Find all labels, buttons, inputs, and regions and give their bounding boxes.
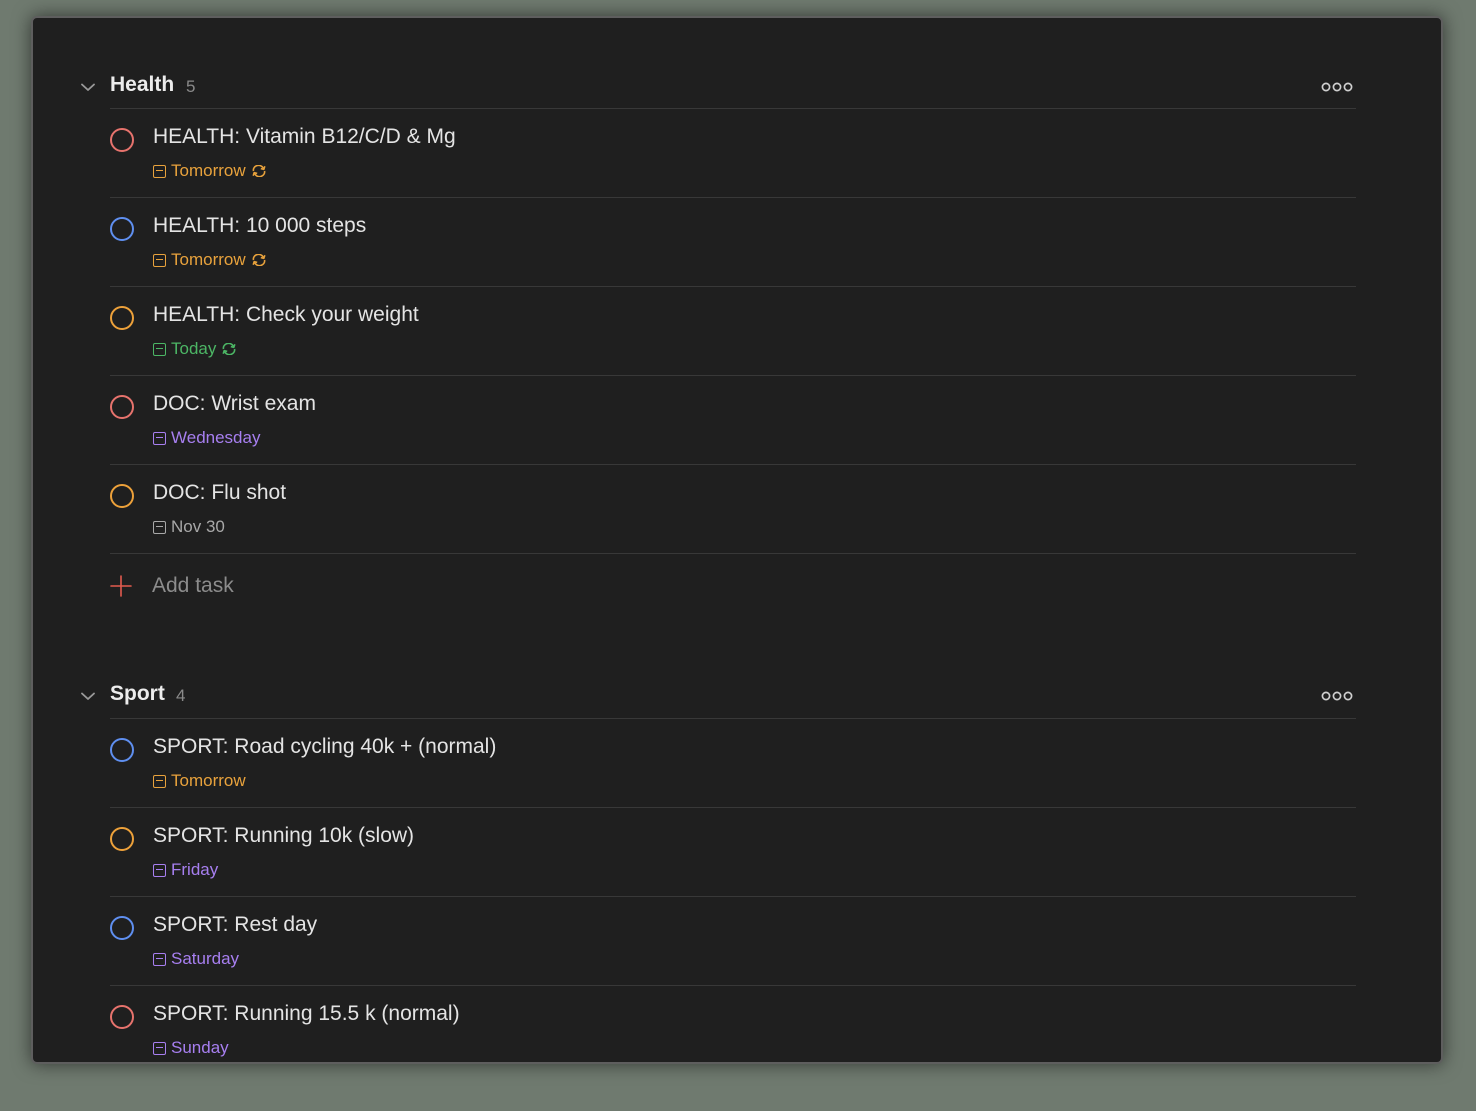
due-date-label: Wednesday [171,428,261,447]
task-checkbox[interactable] [110,484,134,508]
more-horizontal-icon[interactable] [1319,76,1355,98]
task-due-date[interactable]: Sunday [153,1038,229,1058]
due-date-label: Friday [171,860,219,879]
task-item[interactable]: SPORT: Rest day Saturday [110,897,1356,986]
task-title: HEALTH: 10 000 steps [153,214,367,237]
task-checkbox[interactable] [110,916,134,940]
more-horizontal-icon[interactable] [1319,685,1355,707]
recurring-icon [251,165,267,177]
chevron-down-icon[interactable] [77,76,99,98]
plus-icon [110,575,132,597]
task-due-date[interactable]: Wednesday [153,428,260,448]
task-due-date[interactable]: Tomorrow [153,771,246,791]
section-header: Sport 4 [33,677,1441,717]
due-date-label: Saturday [171,949,240,968]
task-due-date[interactable]: Today [153,339,237,359]
chevron-down-icon[interactable] [77,685,99,707]
task-title: SPORT: Road cycling 40k + (normal) [153,735,497,758]
task-checkbox[interactable] [110,306,134,330]
task-title: SPORT: Rest day [153,913,318,936]
task-item[interactable]: SPORT: Road cycling 40k + (normal) Tomor… [110,719,1356,808]
task-divider [110,553,1356,554]
calendar-icon [153,164,166,178]
task-checkbox[interactable] [110,738,134,762]
due-date-label: Tomorrow [171,161,246,180]
task-item[interactable]: DOC: Flu shot Nov 30 [110,465,1356,554]
calendar-icon [153,952,166,966]
due-date-label: Today [171,339,217,358]
task-checkbox[interactable] [110,1005,134,1029]
task-due-date[interactable]: Saturday [153,949,239,969]
due-date-label: Tomorrow [171,250,246,269]
calendar-icon [153,863,166,877]
task-checkbox[interactable] [110,395,134,419]
task-item[interactable]: SPORT: Running 15.5 k (normal) Sunday [110,986,1356,1062]
due-date-label: Tomorrow [171,771,246,790]
task-title: SPORT: Running 15.5 k (normal) [153,1002,460,1025]
task-item[interactable]: DOC: Wrist exam Wednesday [110,376,1356,465]
task-due-date[interactable]: Tomorrow [153,161,267,181]
section-count: 5 [186,77,196,96]
calendar-icon [153,774,166,788]
calendar-icon [153,342,166,356]
section-header: Health 5 [33,68,1441,108]
task-due-date[interactable]: Tomorrow [153,250,267,270]
task-title: HEALTH: Vitamin B12/C/D & Mg [153,125,456,148]
task-item[interactable]: HEALTH: Vitamin B12/C/D & Mg Tomorrow [110,109,1356,198]
task-checkbox[interactable] [110,128,134,152]
task-title: DOC: Flu shot [153,481,287,504]
due-date-label: Sunday [171,1038,229,1057]
calendar-icon [153,1041,166,1055]
task-list-window: Health 5 HEALTH: Vitamin B12/C/D & Mg To… [31,16,1443,1064]
task-title: SPORT: Running 10k (slow) [153,824,415,847]
section-title: Health [110,73,175,96]
task-checkbox[interactable] [110,827,134,851]
calendar-icon [153,520,166,534]
add-task-button[interactable]: Add task [110,566,410,606]
task-item[interactable]: SPORT: Running 10k (slow) Friday [110,808,1356,897]
task-item[interactable]: HEALTH: Check your weight Today [110,287,1356,376]
calendar-icon [153,253,166,267]
task-title: DOC: Wrist exam [153,392,316,415]
task-item[interactable]: HEALTH: 10 000 steps Tomorrow [110,198,1356,287]
due-date-label: Nov 30 [171,517,225,536]
add-task-label: Add task [152,574,234,597]
recurring-icon [221,343,237,355]
task-title: HEALTH: Check your weight [153,303,419,326]
section-count: 4 [176,686,186,705]
task-due-date[interactable]: Nov 30 [153,517,225,537]
section-title: Sport [110,682,165,705]
recurring-icon [251,254,267,266]
task-due-date[interactable]: Friday [153,860,218,880]
task-checkbox[interactable] [110,217,134,241]
calendar-icon [153,431,166,445]
